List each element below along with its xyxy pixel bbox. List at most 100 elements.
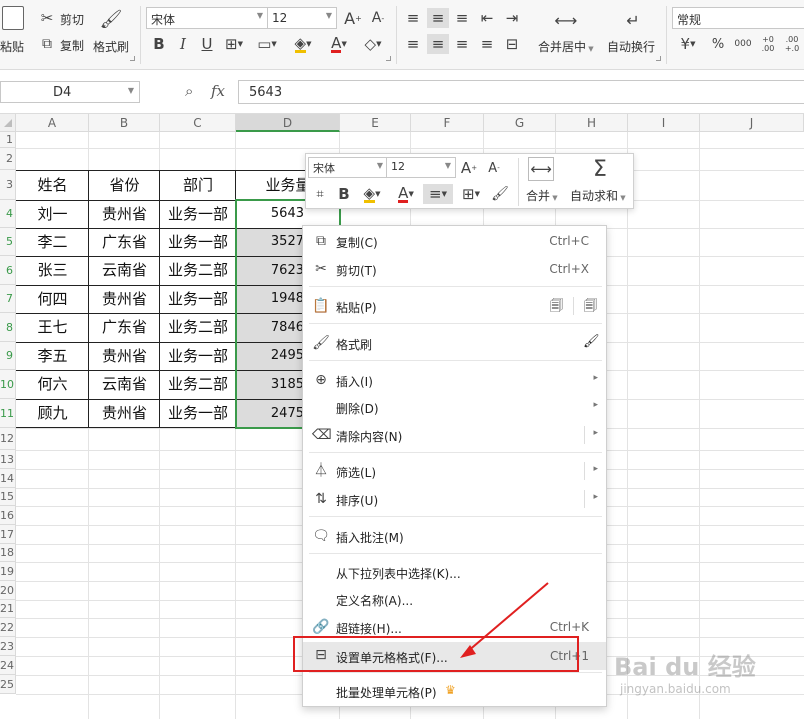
- cut-button[interactable]: 剪切: [60, 11, 84, 28]
- italic-button[interactable]: I: [173, 34, 193, 54]
- cell-dept[interactable]: 业务二部: [160, 256, 236, 285]
- fill-color-icon[interactable]: ◈ ▼: [358, 184, 386, 204]
- number-format-select[interactable]: 常规: [672, 7, 804, 29]
- row-header-20[interactable]: 20: [0, 581, 16, 600]
- cell-dept[interactable]: 业务一部: [160, 399, 236, 428]
- wrap-text-button[interactable]: 自动换行: [607, 38, 655, 55]
- select-cells-icon[interactable]: ⌗: [310, 184, 330, 204]
- column-header-e[interactable]: E: [340, 114, 411, 132]
- row-header-18[interactable]: 18: [0, 544, 16, 562]
- font-name-select[interactable]: 宋体 ▼: [146, 7, 268, 29]
- row-header-22[interactable]: 22: [0, 618, 16, 637]
- increase-font-icon[interactable]: A +: [459, 158, 479, 178]
- row-header-11[interactable]: 11: [0, 399, 16, 428]
- row-header-5[interactable]: 5: [0, 228, 16, 256]
- merge-center-button[interactable]: 合并居中 ▼: [538, 38, 594, 55]
- decrease-font-icon[interactable]: A-: [484, 158, 504, 178]
- zoom-search-icon[interactable]: ⌕: [185, 82, 193, 100]
- dialog-launcher-icon[interactable]: [130, 56, 135, 61]
- mini-merge-button[interactable]: 合并 ▼: [526, 187, 558, 204]
- menu-item-insert-comment[interactable]: 🗨 插入批注(M): [303, 523, 606, 549]
- cell-name[interactable]: 李五: [16, 342, 89, 370]
- cell-province[interactable]: 贵州省: [89, 200, 160, 228]
- cell-dept[interactable]: 业务二部: [160, 313, 236, 342]
- table-header-cell[interactable]: 姓名: [16, 170, 89, 200]
- menu-item-format-painter[interactable]: 🖌 格式刷 🖌: [303, 330, 606, 356]
- menu-item-insert[interactable]: ⊕ 插入(I) ▸: [303, 367, 606, 393]
- menu-item-delete[interactable]: 删除(D) ▸: [303, 394, 606, 420]
- paste-values-icon[interactable]: 🗐: [550, 297, 563, 319]
- row-header-1[interactable]: 1: [0, 132, 16, 148]
- format-painter-lock-icon[interactable]: 🖌: [583, 334, 600, 349]
- row-header-6[interactable]: 6: [0, 256, 16, 285]
- currency-button[interactable]: ¥ ▼: [675, 34, 701, 54]
- menu-item-batch-process[interactable]: 批量处理单元格(P) ♛: [303, 678, 606, 704]
- mini-autosum-button[interactable]: 自动求和 ▼: [570, 187, 626, 204]
- mini-font-size-select[interactable]: 12 ▼: [386, 157, 456, 178]
- cell-name[interactable]: 何四: [16, 285, 89, 313]
- column-header-a[interactable]: A: [16, 114, 89, 132]
- cell-name[interactable]: 李二: [16, 228, 89, 256]
- cell-province[interactable]: 贵州省: [89, 399, 160, 428]
- row-header-2[interactable]: 2: [0, 148, 16, 170]
- dialog-launcher-icon[interactable]: [386, 56, 391, 61]
- font-size-select[interactable]: 12 ▼: [267, 7, 337, 29]
- row-header-24[interactable]: 24: [0, 656, 16, 675]
- cell-dept[interactable]: 业务一部: [160, 285, 236, 313]
- justify-icon[interactable]: ≡: [477, 34, 497, 54]
- align-middle-icon[interactable]: ≡: [427, 8, 449, 28]
- cell-dept[interactable]: 业务一部: [160, 228, 236, 256]
- menu-item-define-name[interactable]: 定义名称(A)...: [303, 586, 606, 612]
- thousands-button[interactable]: 000: [732, 34, 754, 54]
- menu-item-pick-from-list[interactable]: 从下拉列表中选择(K)...: [303, 559, 606, 585]
- cell-name[interactable]: 王七: [16, 313, 89, 342]
- align-center-icon[interactable]: ≡ ▼: [423, 184, 453, 204]
- column-header-b[interactable]: B: [89, 114, 160, 132]
- bold-button[interactable]: B: [149, 34, 169, 54]
- mini-bold-button[interactable]: B: [334, 184, 354, 204]
- decrease-decimal-button[interactable]: .00 +.0: [782, 32, 802, 56]
- paste-button[interactable]: 粘贴: [0, 38, 24, 55]
- column-header-d[interactable]: D: [236, 114, 340, 132]
- cell-name[interactable]: 张三: [16, 256, 89, 285]
- row-header-23[interactable]: 23: [0, 637, 16, 656]
- align-top-icon[interactable]: ≡: [403, 8, 423, 28]
- align-left-icon[interactable]: ≡: [403, 34, 423, 54]
- font-color-icon[interactable]: A ▼: [392, 184, 420, 204]
- column-header-g[interactable]: G: [484, 114, 556, 132]
- row-header-8[interactable]: 8: [0, 313, 16, 342]
- cell-province[interactable]: 云南省: [89, 370, 160, 399]
- format-painter-button[interactable]: 格式刷: [93, 38, 129, 55]
- font-color-icon[interactable]: A ▼: [326, 34, 352, 54]
- row-header-9[interactable]: 9: [0, 342, 16, 370]
- increase-decimal-button[interactable]: +0.00: [758, 32, 778, 56]
- column-header-f[interactable]: F: [411, 114, 484, 132]
- column-header-j[interactable]: J: [700, 114, 804, 132]
- row-header-21[interactable]: 21: [0, 600, 16, 618]
- increase-font-icon[interactable]: A +: [343, 8, 363, 28]
- paste-icon[interactable]: [2, 6, 24, 30]
- merge-center-icon[interactable]: ⟷: [553, 8, 579, 32]
- row-header-7[interactable]: 7: [0, 285, 16, 313]
- cell-province[interactable]: 云南省: [89, 256, 160, 285]
- copy-button[interactable]: 复制: [60, 37, 84, 54]
- column-header-i[interactable]: I: [628, 114, 700, 132]
- align-center-icon[interactable]: ≡: [427, 34, 449, 54]
- row-header-3[interactable]: 3: [0, 170, 16, 200]
- row-header-4[interactable]: 4: [0, 200, 16, 228]
- percent-button[interactable]: %: [708, 34, 728, 54]
- mini-font-name-select[interactable]: 宋体 ▼: [308, 157, 388, 178]
- cell-style-icon[interactable]: ▭ ▼: [256, 34, 278, 54]
- cell-dept[interactable]: 业务二部: [160, 370, 236, 399]
- menu-item-sort[interactable]: ⇅ 排序(U) ▸: [303, 486, 606, 512]
- cell-province[interactable]: 广东省: [89, 228, 160, 256]
- clear-format-icon[interactable]: ◇ ▼: [360, 34, 386, 54]
- formula-input[interactable]: 5643: [238, 80, 804, 104]
- wrap-text-icon[interactable]: ↵: [620, 8, 646, 32]
- row-header-13[interactable]: 13: [0, 450, 16, 469]
- menu-item-clear[interactable]: ⌫ 清除内容(N) ▸: [303, 422, 606, 448]
- indent-increase-icon[interactable]: ⇥: [502, 8, 522, 28]
- cell-province[interactable]: 贵州省: [89, 342, 160, 370]
- underline-button[interactable]: U: [197, 34, 217, 54]
- align-right-icon[interactable]: ≡: [452, 34, 472, 54]
